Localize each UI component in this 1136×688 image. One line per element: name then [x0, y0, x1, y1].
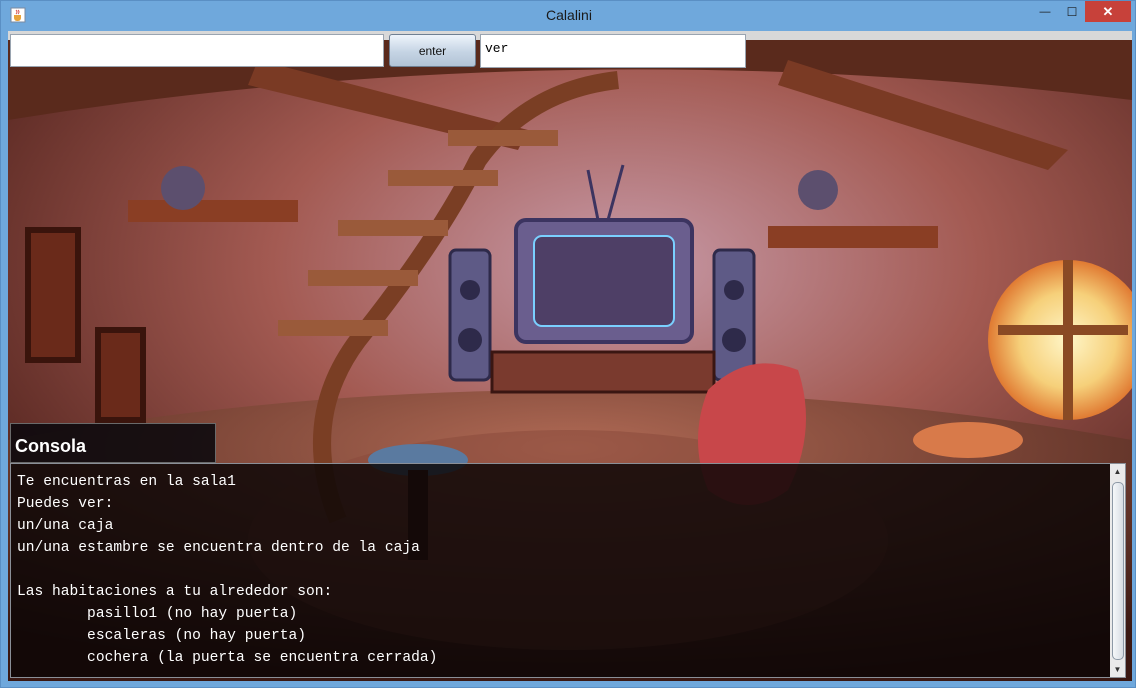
console-scrollbar[interactable]: ▲ ▼	[1110, 464, 1125, 677]
enter-button[interactable]: enter	[389, 34, 476, 67]
app-window: Calalini — ☐ ✕ enter ver Consola Te encu…	[0, 0, 1136, 688]
console-line: un/una estambre se encuentra dentro de l…	[17, 540, 420, 556]
console-output-panel[interactable]: Te encuentras en la sala1 Puedes ver: un…	[10, 463, 1126, 678]
close-button[interactable]: ✕	[1085, 1, 1131, 22]
close-icon: ✕	[1102, 3, 1114, 19]
console-line: cochera (la puerta se encuentra cerrada)	[17, 650, 438, 666]
scroll-down-arrow-icon[interactable]: ▼	[1110, 662, 1125, 677]
scrollbar-thumb[interactable]	[1112, 482, 1124, 660]
client-area: enter ver Consola Te encuentras en la sa…	[8, 31, 1132, 681]
last-command-field[interactable]: ver	[480, 34, 746, 68]
console-output: Te encuentras en la sala1 Puedes ver: un…	[17, 471, 437, 669]
console-header: Consola	[10, 423, 216, 463]
console-line: pasillo1 (no hay puerta)	[17, 606, 298, 622]
minimize-icon: —	[1039, 5, 1051, 18]
console-line: escaleras (no hay puerta)	[17, 628, 307, 644]
console-line: Las habitaciones a tu alrededor son:	[17, 584, 333, 600]
console-line: Puedes ver:	[17, 496, 114, 512]
scroll-up-arrow-icon[interactable]: ▲	[1110, 464, 1125, 479]
title-bar[interactable]: Calalini — ☐ ✕	[1, 1, 1136, 30]
console-title: Consola	[15, 436, 87, 456]
command-input[interactable]	[10, 34, 384, 67]
maximize-icon: ☐	[1066, 4, 1078, 19]
console-line: un/una caja	[17, 518, 114, 534]
minimize-button[interactable]: —	[1031, 1, 1059, 22]
console-line: Te encuentras en la sala1	[17, 474, 236, 490]
window-title: Calalini	[546, 7, 592, 23]
maximize-button[interactable]: ☐	[1059, 1, 1085, 22]
